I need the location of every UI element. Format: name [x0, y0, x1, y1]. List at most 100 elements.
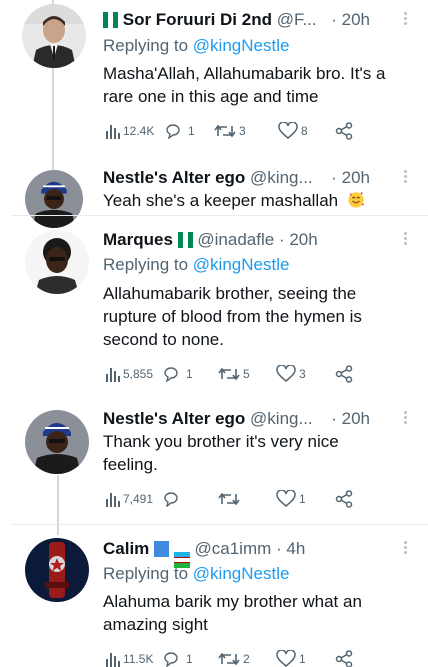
- like-count: 1: [299, 492, 306, 506]
- heart-icon: [276, 365, 296, 382]
- like-button[interactable]: 3: [276, 364, 306, 384]
- like-count: 1: [299, 652, 306, 666]
- tweet-header: Nestle's Alter ego @king... · 20h: [103, 407, 418, 431]
- replying-to-prefix: Replying to: [103, 564, 189, 583]
- share-icon: [335, 490, 353, 508]
- replying-to: Replying to @kingNestle: [103, 562, 289, 586]
- retweet-count: 3: [239, 124, 246, 138]
- timestamp[interactable]: · 20h: [279, 230, 318, 249]
- display-name[interactable]: Nestle's Alter ego: [103, 168, 245, 187]
- like-button[interactable]: 1: [276, 489, 306, 509]
- like-button[interactable]: 1: [276, 649, 306, 667]
- display-name[interactable]: Marques: [103, 230, 173, 249]
- views-count: 5,855: [123, 367, 154, 381]
- tweet-header: Calim @ca1imm · 4h: [103, 537, 418, 568]
- heart-icon: [278, 122, 298, 139]
- tweet-header: Nestle's Alter ego @king... · 20h: [103, 166, 418, 190]
- share-icon: [335, 365, 353, 383]
- heart-icon: [276, 650, 296, 667]
- more-options-icon[interactable]: [402, 539, 408, 559]
- display-name[interactable]: Nestle's Alter ego: [103, 409, 245, 428]
- user-handle[interactable]: @king...: [250, 168, 313, 187]
- tweet[interactable]: Nestle's Alter ego @king... · 20h Yeah s…: [0, 160, 428, 228]
- tweet-text-content: Yeah she's a keeper mashallah: [103, 191, 339, 210]
- tweet-header: Marques @inadafle · 20h: [103, 228, 418, 252]
- user-handle[interactable]: @F...: [277, 10, 317, 29]
- share-button[interactable]: [335, 649, 353, 667]
- retweet-count: 5: [243, 367, 250, 381]
- replying-to-handle[interactable]: @kingNestle: [193, 36, 290, 55]
- replying-to-prefix: Replying to: [103, 36, 189, 55]
- nigeria-flag-icon: [103, 11, 118, 28]
- display-name[interactable]: Calim: [103, 539, 149, 558]
- tweet-text: Thank you brother it's very nice feeling…: [103, 432, 339, 474]
- timestamp[interactable]: · 20h: [331, 166, 370, 190]
- views-button[interactable]: 7,491: [106, 489, 153, 509]
- views-count: 7,491: [123, 492, 154, 506]
- avatar[interactable]: [22, 4, 86, 68]
- user-handle[interactable]: @inadafle · 20h: [197, 230, 317, 249]
- tweet[interactable]: Marques @inadafle · 20h Replying to @kin…: [0, 222, 428, 397]
- retweet-button[interactable]: [218, 489, 240, 509]
- like-button[interactable]: 8: [278, 121, 308, 141]
- share-icon: [335, 122, 353, 140]
- more-options-icon[interactable]: [402, 230, 408, 250]
- reply-count: 1: [186, 652, 193, 666]
- user-handle[interactable]: @king...: [250, 409, 313, 428]
- retweet-icon: [218, 492, 240, 506]
- timestamp[interactable]: · 20h: [331, 407, 370, 431]
- tweet[interactable]: Nestle's Alter ego @king... · 20h Thank …: [0, 402, 428, 520]
- views-button[interactable]: 12.4K: [106, 121, 154, 141]
- avatar[interactable]: [25, 538, 89, 602]
- reply-icon: [166, 124, 180, 139]
- more-options-icon[interactable]: [402, 409, 408, 429]
- reply-button[interactable]: 1: [162, 364, 193, 384]
- tweet-actions: 11.5K 1 2 1: [106, 649, 366, 667]
- analytics-icon: [106, 125, 120, 139]
- analytics-icon: [106, 493, 120, 507]
- views-count: 11.5K: [123, 652, 154, 666]
- tweet-text: Allahumabarik brother, seeing the ruptur…: [103, 284, 362, 349]
- reply-icon: [164, 367, 178, 382]
- retweet-button[interactable]: 5: [218, 364, 250, 384]
- reply-icon: [164, 492, 178, 507]
- user-handle[interactable]: @ca1imm · 4h: [195, 539, 306, 558]
- tweet-actions: 7,491 1: [106, 489, 366, 509]
- display-name[interactable]: Sor Foruuri Di 2nd: [123, 10, 272, 29]
- replying-to-handle[interactable]: @kingNestle: [193, 255, 290, 274]
- retweet-icon: [214, 124, 236, 138]
- retweet-count: 2: [243, 652, 250, 666]
- retweet-icon: [218, 652, 240, 666]
- reply-icon: [164, 652, 178, 667]
- heart-icon: [276, 490, 296, 507]
- replying-to: Replying to @kingNestle: [103, 34, 289, 58]
- replying-to-prefix: Replying to: [103, 255, 189, 274]
- reply-button[interactable]: [162, 489, 180, 509]
- tweet[interactable]: Sor Foruuri Di 2nd @F... · 20h Replying …: [0, 0, 428, 160]
- avatar[interactable]: [25, 170, 83, 228]
- tweet-actions: 12.4K 1 3 8: [106, 121, 366, 141]
- tweet[interactable]: Calim @ca1imm · 4h Replying to @kingNest…: [0, 532, 428, 667]
- reply-count: 1: [186, 367, 193, 381]
- replying-to-handle[interactable]: @kingNestle: [193, 564, 290, 583]
- more-options-icon[interactable]: [402, 10, 408, 30]
- avatar[interactable]: [25, 410, 89, 474]
- timestamp[interactable]: · 20h: [331, 8, 370, 32]
- retweet-button[interactable]: 2: [218, 649, 250, 667]
- share-button[interactable]: [335, 121, 353, 141]
- analytics-icon: [106, 653, 120, 667]
- retweet-icon: [218, 367, 240, 381]
- retweet-button[interactable]: 3: [214, 121, 246, 141]
- divider: [12, 524, 428, 525]
- more-options-icon[interactable]: [402, 168, 408, 188]
- tweet-text: Alahuma barik my brother what an amazing…: [103, 592, 362, 634]
- avatar[interactable]: [25, 230, 89, 294]
- views-button[interactable]: 5,855: [106, 364, 153, 384]
- share-button[interactable]: [335, 364, 353, 384]
- reply-button[interactable]: 1: [162, 649, 193, 667]
- reply-button[interactable]: 1: [164, 121, 195, 141]
- timestamp[interactable]: · 4h: [276, 539, 305, 558]
- share-button[interactable]: [335, 489, 353, 509]
- divider: [12, 215, 428, 216]
- views-button[interactable]: 11.5K: [106, 649, 153, 667]
